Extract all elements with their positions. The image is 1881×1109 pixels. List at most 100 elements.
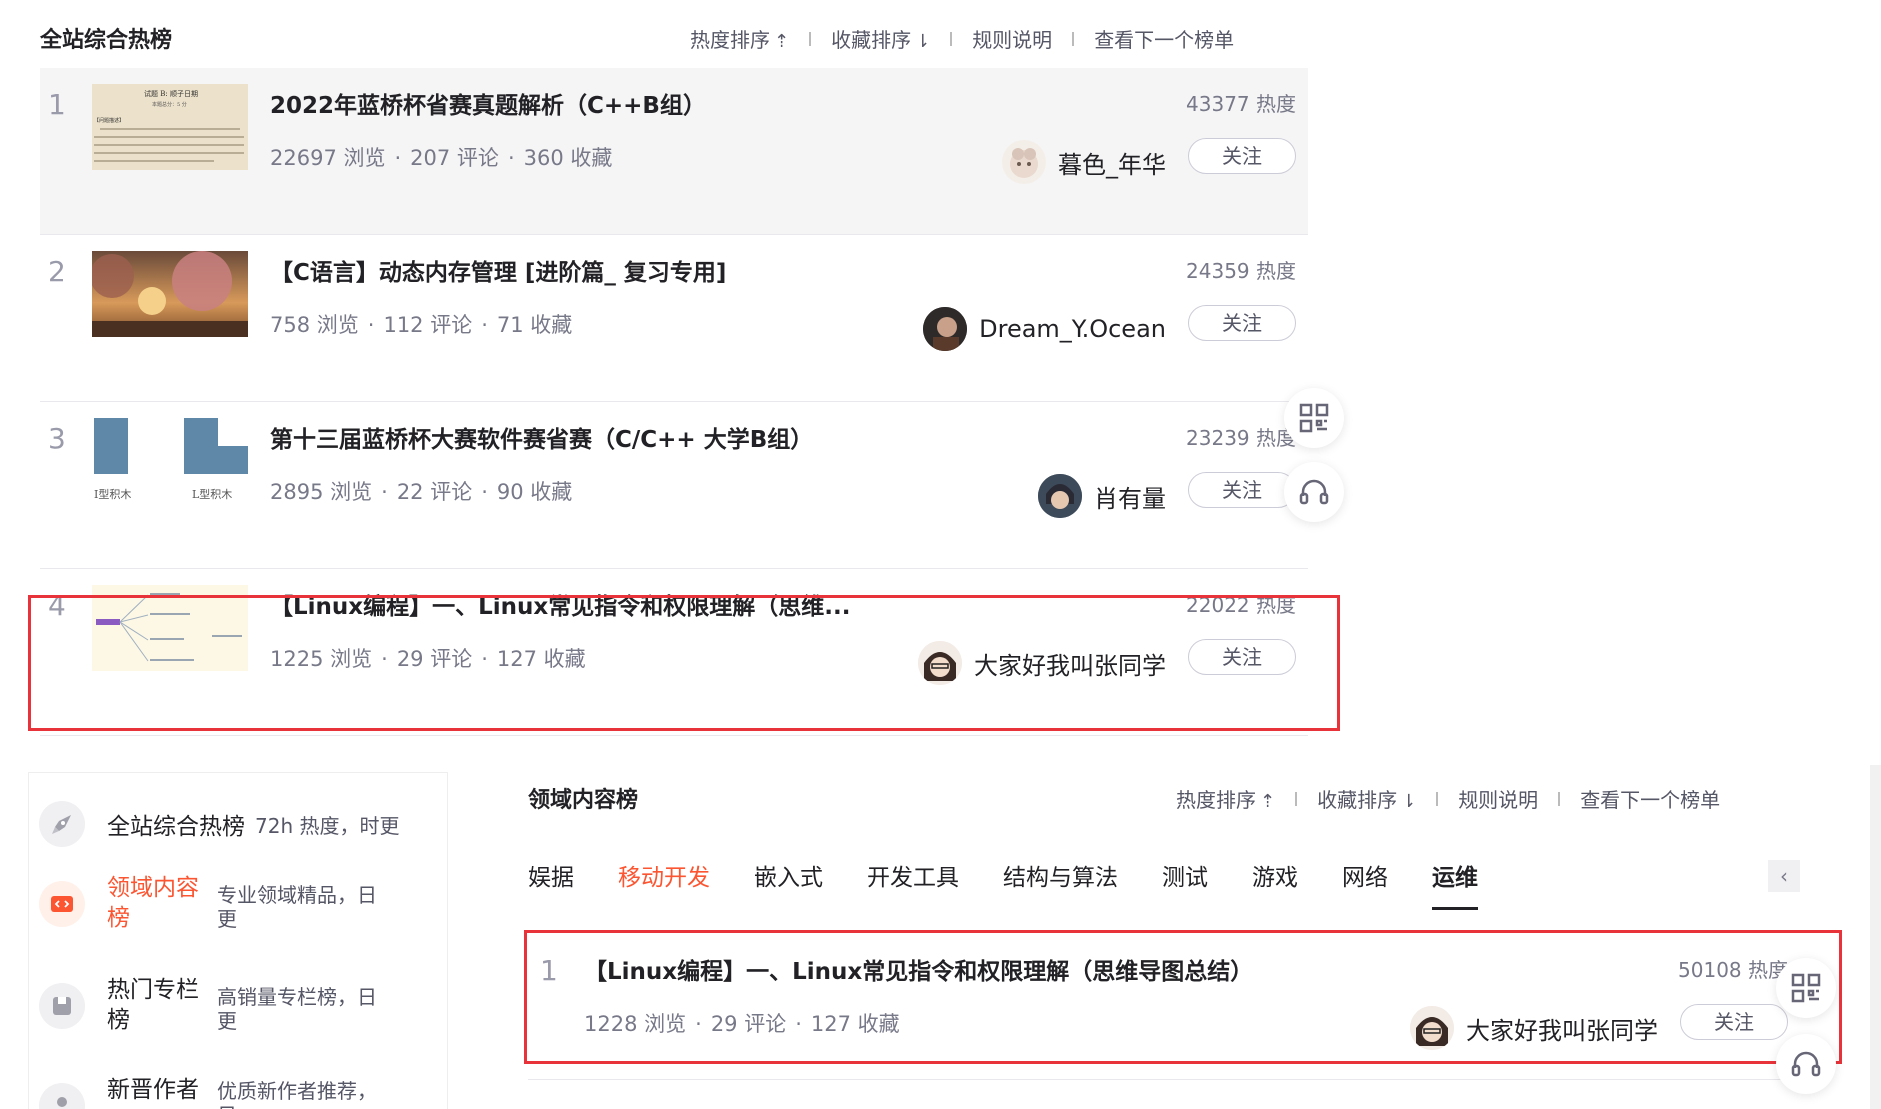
nav-item-label: 新晋作者 [107,1077,199,1103]
author[interactable]: Dream_Y.Ocean [923,307,1166,351]
tab-games[interactable]: 游戏 [1252,858,1298,892]
avatar[interactable] [1038,474,1082,518]
chevron-left-icon[interactable]: ‹ [1768,860,1800,892]
rank-number: 3 [48,422,66,455]
highlight-box [524,930,1842,1064]
divider [1436,791,1439,806]
next-list-link[interactable]: 查看下一个榜单 [1580,784,1720,813]
nav-item-site-hot[interactable]: 全站综合热榜 72h 热度，时更 [39,801,399,847]
article-stats: 758 浏览 · 112 评论 · 71 收藏 [270,313,573,337]
tab-dev-tools[interactable]: 开发工具 [867,858,959,892]
author-name[interactable]: Dream_Y.Ocean [979,315,1166,343]
column-icon [39,983,85,1029]
svg-text:试题 B: 顺子日期: 试题 B: 顺子日期 [144,89,198,98]
view-count: 2895 浏览 [270,480,373,504]
list-item[interactable]: 3 I型积木 L型积木 第十三届蓝桥杯大赛软件赛省赛（C/C++ 大学B组） 2… [40,402,1308,569]
svg-text:L型积木: L型积木 [192,487,232,501]
divider [1072,31,1075,46]
user-icon [39,1083,85,1109]
tab-ops[interactable]: 运维 [1432,858,1478,910]
follow-button[interactable]: 关注 [1188,138,1296,174]
headset-icon[interactable] [1284,462,1344,522]
svg-text:【问题描述】: 【问题描述】 [94,117,124,124]
view-count: 22697 浏览 [270,146,386,170]
heat-score: 24359 热度 [1186,259,1296,283]
domain-title: 领域内容榜 [528,788,639,813]
thumbnail[interactable]: 试题 B: 顺子日期 本题总分：5 分 【问题描述】 [92,84,248,170]
tab-network[interactable]: 网络 [1342,858,1388,892]
divider [809,31,812,46]
nav-item-label: 全站综合热榜 [107,814,245,840]
sort-desc-icon: ⇂ [915,31,931,52]
follow-button[interactable]: 关注 [1188,472,1296,508]
next-list-link[interactable]: 查看下一个榜单 [1094,24,1234,53]
avatar[interactable] [1002,140,1046,184]
tab-entertainment[interactable]: 娱据 [528,858,574,892]
avatar[interactable] [923,307,968,351]
author[interactable]: 暮色_年华 [1002,140,1166,184]
favorite-count: 90 收藏 [496,480,573,504]
tab-mobile-dev[interactable]: 移动开发 [618,858,710,892]
favorite-count: 360 收藏 [523,146,613,170]
code-icon [39,881,85,927]
scrollbar[interactable] [1870,765,1881,1109]
nav-item-desc: 高销量专栏榜，日更 [217,985,377,1033]
nav-item-columns[interactable]: 热门专栏榜 高销量专栏榜，日更 [39,975,377,1035]
follow-button[interactable]: 关注 [1188,305,1296,341]
rules-link[interactable]: 规则说明 [972,24,1052,53]
sort-by-favorites-button[interactable]: 收藏排序 ⇂ [831,24,930,53]
top-toolbar: 热度排序 ⇡ 收藏排序 ⇂ 规则说明 查看下一个榜单 [690,24,1234,53]
ranking-nav-panel: 全站综合热榜 72h 热度，时更 领域内容榜 专业领域精品，日更 热门专栏榜 高… [28,772,448,1109]
author-name[interactable]: 肖有量 [1094,479,1166,514]
article-title[interactable]: 【C语言】动态内存管理 [进阶篇_ 复习专用] [270,253,726,287]
thumbnail[interactable] [92,251,248,337]
comment-count: 22 评论 [396,480,473,504]
domain-tabs: 娱据 移动开发 嵌入式 开发工具 结构与算法 测试 游戏 网络 运维 [528,858,1522,910]
tab-algorithms[interactable]: 结构与算法 [1003,858,1118,892]
divider [1558,791,1561,806]
qr-code-icon[interactable] [1284,388,1344,448]
list-item[interactable]: 2 【C语言】动态内存管理 [进阶篇_ 复习专用] 758 浏览 · 112 评论 ·… [40,235,1308,402]
author[interactable]: 肖有量 [1038,474,1166,518]
domain-toolbar: 热度排序 ⇡ 收藏排序 ⇂ 规则说明 查看下一个榜单 [1176,784,1720,813]
article-title[interactable]: 2022年蓝桥杯省赛真题解析（C++B组） [270,86,706,120]
tab-embedded[interactable]: 嵌入式 [754,858,823,892]
heat-score: 23239 热度 [1186,426,1296,450]
view-count: 758 浏览 [270,313,359,337]
nav-item-label: 领域内容榜 [107,875,199,931]
comment-count: 207 评论 [410,146,499,170]
divider [950,31,953,46]
sort-asc-icon: ⇡ [1260,791,1276,812]
svg-text:I型积木: I型积木 [94,487,131,501]
sort-by-favorites-button[interactable]: 收藏排序 ⇂ [1317,784,1416,813]
sort-by-heat-button[interactable]: 热度排序 ⇡ [690,24,789,53]
sort-asc-icon: ⇡ [774,31,790,52]
tab-testing[interactable]: 测试 [1162,858,1208,892]
section-title: 全站综合热榜 [40,28,173,53]
article-stats: 2895 浏览 · 22 评论 · 90 收藏 [270,480,573,504]
sort-by-heat-button[interactable]: 热度排序 ⇡ [1176,784,1275,813]
comment-count: 112 评论 [383,313,473,337]
rules-link[interactable]: 规则说明 [1458,784,1538,813]
article-title[interactable]: 第十三届蓝桥杯大赛软件赛省赛（C/C++ 大学B组） [270,420,813,454]
nav-item-desc: 72h 热度，时更 [255,813,400,838]
favorite-count: 71 收藏 [496,313,573,337]
qr-code-icon[interactable] [1776,958,1836,1018]
author-name[interactable]: 暮色_年华 [1058,145,1166,180]
divider [1295,791,1298,806]
nav-item-desc: 优质新作者推荐，日 [217,1079,377,1109]
thumbnail[interactable]: I型积木 L型积木 [92,418,248,504]
list-item[interactable]: 1 试题 B: 顺子日期 本题总分：5 分 【问题描述】 2022年蓝桥杯省赛真… [40,68,1308,235]
rocket-icon [39,801,85,847]
sort-desc-icon: ⇂ [1401,791,1417,812]
rank-number: 2 [48,255,66,288]
nav-item-domain[interactable]: 领域内容榜 专业领域精品，日更 [39,873,377,933]
nav-item-label: 热门专栏榜 [107,977,199,1033]
rank-number: 1 [48,88,66,121]
highlight-box [28,595,1340,731]
headset-icon[interactable] [1776,1034,1836,1094]
article-stats: 22697 浏览 · 207 评论 · 360 收藏 [270,146,613,170]
nav-item-new-authors[interactable]: 新晋作者 优质新作者推荐，日 [39,1075,377,1109]
heat-score: 43377 热度 [1186,92,1296,116]
nav-item-desc: 专业领域精品，日更 [217,883,377,931]
